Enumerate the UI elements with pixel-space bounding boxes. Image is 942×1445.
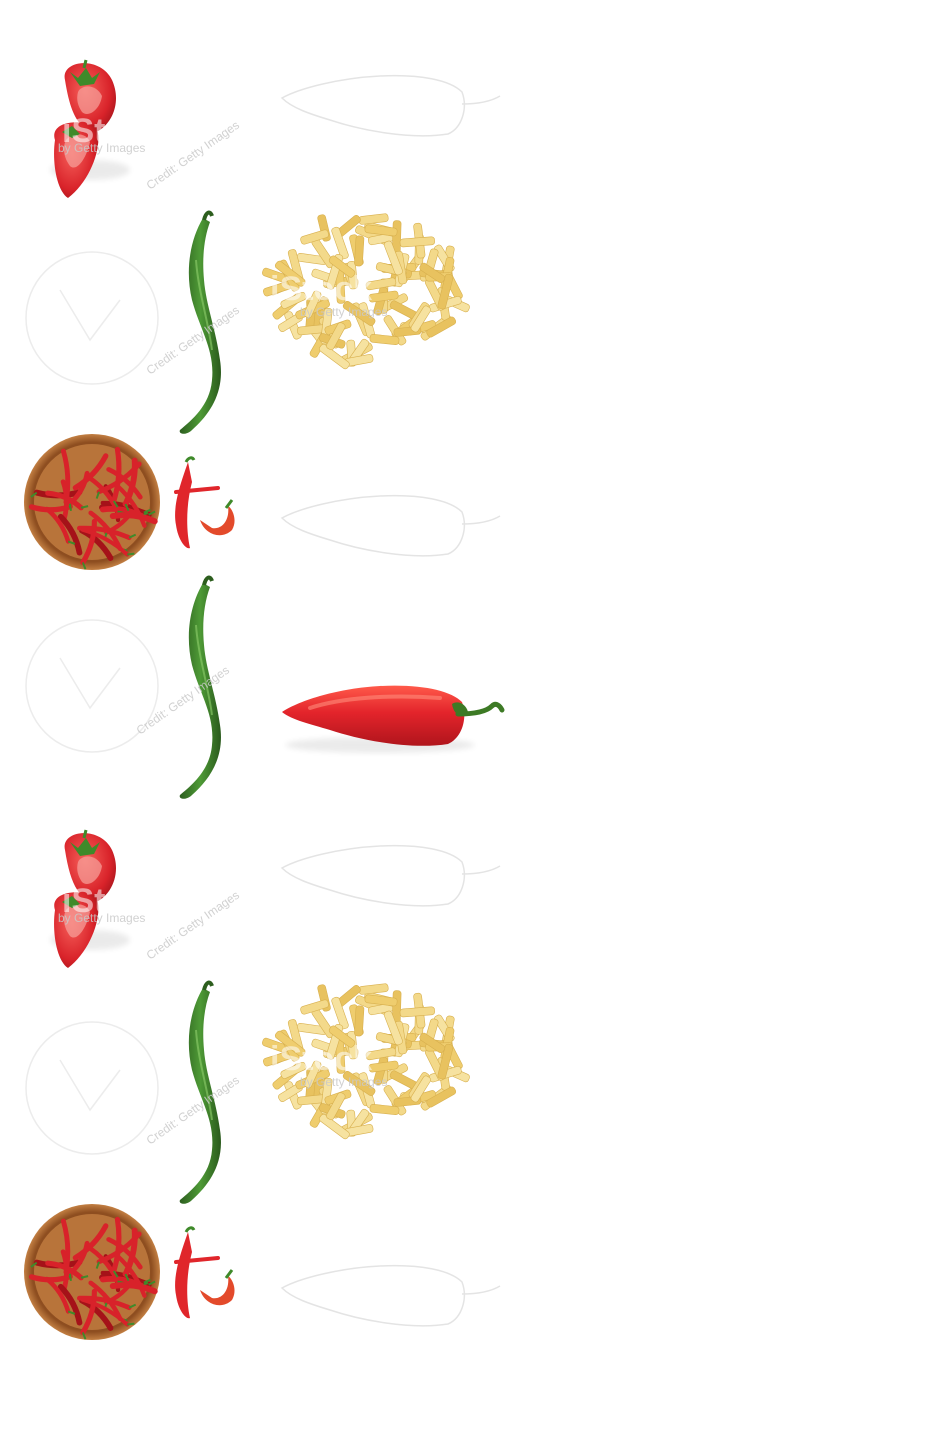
food-collage: iStock by Getty Images iStock by Getty I… <box>0 0 942 1440</box>
red-pepper-icon <box>282 686 502 753</box>
ghost-pepper-outline <box>281 494 501 557</box>
ghost-pepper-outline <box>281 1264 501 1327</box>
chili-bowl-icon <box>24 1204 160 1340</box>
ghost-bowl-outline <box>25 251 159 385</box>
red-chili-small-icon <box>173 455 237 551</box>
watermark-brand: iStock <box>270 270 372 308</box>
ghost-pepper-outline <box>281 74 501 137</box>
watermark-credit: by Getty Images <box>300 1075 387 1089</box>
chili-bowl-icon <box>24 434 160 570</box>
watermark-credit: by Getty Images <box>300 305 387 319</box>
ghost-bowl-outline <box>25 1021 159 1155</box>
block-top <box>24 60 502 801</box>
red-chili-small-icon <box>173 1225 237 1321</box>
watermark-brand: iStock <box>270 1040 372 1078</box>
ghost-pepper-outline <box>281 844 501 907</box>
food-collage-svg: iStock by Getty Images iStock by Getty I… <box>24 0 942 1340</box>
watermark-credit: by Getty Images <box>58 911 145 925</box>
watermark-credit: by Getty Images <box>58 141 145 155</box>
